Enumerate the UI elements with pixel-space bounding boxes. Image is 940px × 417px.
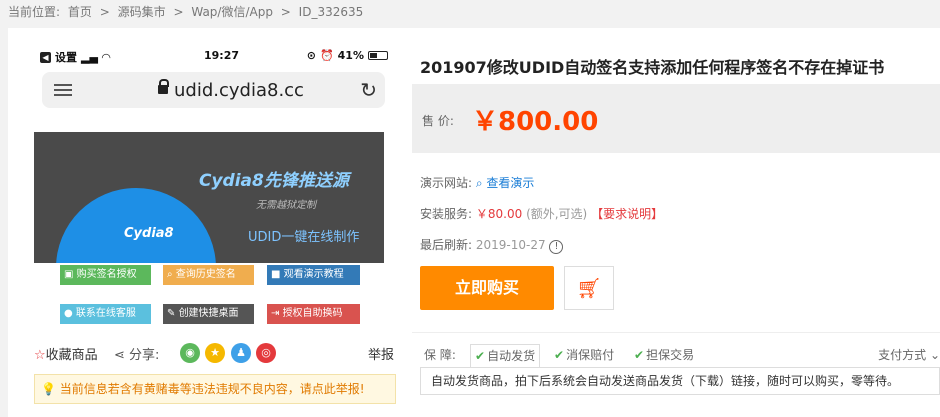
breadcrumb-category[interactable]: Wap/微信/App xyxy=(191,5,273,19)
check-icon: ✔ xyxy=(475,349,486,363)
promo-banner: Cydia8 Cydia8先锋推送源 无需越狱定制 UDID一键在线制作 xyxy=(34,132,384,263)
check-icon: ✔ xyxy=(554,348,565,362)
report-link[interactable]: 举报 xyxy=(368,344,394,363)
check-icon: ✔ xyxy=(634,348,645,362)
status-settings-label: 设置 xyxy=(55,51,77,64)
rotation-lock-icon: ⊙ xyxy=(306,49,316,62)
refresh-label: 最后刷新: xyxy=(420,238,473,252)
product-preview-image: ◀ 设置 ▂▄ ◠ 19:27 ⊙ ⏰ 41% udid.cydia8.cc ↻… xyxy=(34,44,394,263)
video-icon: ■ xyxy=(271,269,284,280)
breadcrumb-current: ID_332635 xyxy=(298,5,364,19)
install-price: ￥80.00 xyxy=(475,207,523,221)
breadcrumb-market[interactable]: 源码集市 xyxy=(118,5,166,19)
online-support-button: ● 联系在线客服 xyxy=(60,304,151,324)
divider xyxy=(412,332,940,333)
guarantee-row: 保 障: ✔ 自动发货 ✔ 消保赔付 ✔ 担保交易 支付方式 ⌄ xyxy=(420,344,940,368)
breadcrumb-home[interactable]: 首页 xyxy=(68,5,92,19)
share-label: ⋖ 分享: xyxy=(114,348,160,363)
breadcrumb: 当前位置: 首页 > 源码集市 > Wap/微信/App > ID_332635 xyxy=(8,3,367,20)
guarantee-description: 自动发货商品，拍下后系统会自动发送商品发货（下载）链接，随时可以购买，零等待。 xyxy=(420,367,940,395)
demo-link[interactable]: ⌕ 查看演示 xyxy=(476,176,535,190)
chevron-down-icon: ⌄ xyxy=(926,348,940,362)
share-icon: ⋖ xyxy=(114,348,130,363)
self-service-code-button: ⇥ 授权自助换码 xyxy=(267,304,360,324)
guarantee-label: 保 障: xyxy=(424,348,456,362)
tab-protection[interactable]: ✔ 消保赔付 xyxy=(550,344,618,368)
watch-tutorial-button: ■ 观看演示教程 xyxy=(267,265,360,285)
reload-icon: ↻ xyxy=(360,78,377,102)
battery-icon xyxy=(368,51,388,60)
signal-icon: ▂▄ xyxy=(81,50,98,64)
breadcrumb-sep: > xyxy=(173,5,184,19)
battery-percent: 41% xyxy=(337,49,364,62)
wechat-icon[interactable]: ◉ xyxy=(180,343,200,363)
install-row: 安装服务: ￥80.00 (额外,可选) 【要求说明】 xyxy=(420,205,663,222)
add-to-cart-button[interactable]: 🛒︎ xyxy=(564,266,614,310)
warning-text: 当前信息若含有黄赌毒等违法违规不良内容，请点此举报! xyxy=(59,382,365,396)
cart-icon: ▣ xyxy=(64,269,77,280)
product-title: 201907修改UDID自动签名支持添加任何程序签名不存在掉证书 xyxy=(420,58,885,77)
buy-signature-button: ▣ 购买签名授权 xyxy=(60,265,151,285)
signin-icon: ⇥ xyxy=(271,308,283,319)
demo-label: 演示网站: xyxy=(420,176,473,190)
breadcrumb-sep: > xyxy=(99,5,110,19)
phone-url-text: udid.cydia8.cc xyxy=(174,80,304,101)
wifi-icon: ◠ xyxy=(101,50,111,64)
back-icon: ◀ xyxy=(40,51,51,63)
banner-brand: Cydia8 xyxy=(124,226,174,241)
install-note: (额外,可选) xyxy=(526,207,588,221)
report-warning[interactable]: 💡 当前信息若含有黄赌毒等违法违规不良内容，请点此举报! xyxy=(34,374,396,404)
refresh-date: 2019-10-27 xyxy=(475,238,546,252)
weibo-icon[interactable]: ◎ xyxy=(256,343,276,363)
buy-now-button[interactable]: 立即购买 xyxy=(420,266,554,310)
qzone-icon[interactable]: ★ xyxy=(205,343,225,363)
product-info: 201907修改UDID自动签名支持添加任何程序签名不存在掉证书 售 价: ￥8… xyxy=(412,28,940,417)
payment-method-dropdown[interactable]: 支付方式 ⌄ xyxy=(878,344,940,366)
install-label: 安装服务: xyxy=(420,207,473,221)
pin-icon: ✎ xyxy=(167,308,179,319)
demo-row: 演示网站: ⌕ 查看演示 xyxy=(420,174,534,191)
star-outline-icon: ☆ xyxy=(34,348,46,363)
phone-url-bar: udid.cydia8.cc ↻ xyxy=(42,72,385,108)
tab-auto-delivery[interactable]: ✔ 自动发货 xyxy=(470,344,541,368)
info-icon[interactable]: ! xyxy=(549,240,564,254)
phone-status-bar: ◀ 设置 ▂▄ ◠ 19:27 ⊙ ⏰ 41% xyxy=(34,44,394,66)
price-label: 售 价: xyxy=(422,114,454,128)
search-icon: ⌕ xyxy=(167,269,176,280)
breadcrumb-sep: > xyxy=(280,5,291,19)
install-requirements-link[interactable]: 【要求说明】 xyxy=(591,207,663,221)
banner-tagline: UDID一键在线制作 xyxy=(248,230,360,245)
product-card: ◀ 设置 ▂▄ ◠ 19:27 ⊙ ⏰ 41% udid.cydia8.cc ↻… xyxy=(8,28,940,417)
qq-icon[interactable]: ♟ xyxy=(231,343,251,363)
banner-subtitle: 无需越狱定制 xyxy=(256,200,316,211)
query-history-button: ⌕ 查询历史签名 xyxy=(163,265,254,285)
price-value: ￥800.00 xyxy=(472,107,599,137)
price-box: 售 价: ￥800.00 xyxy=(412,84,940,153)
create-shortcut-button: ✎ 创建快捷桌面 xyxy=(163,304,254,324)
alarm-icon: ⏰ xyxy=(319,49,334,62)
tab-escrow[interactable]: ✔ 担保交易 xyxy=(630,344,698,368)
user-icon: ● xyxy=(64,308,76,319)
bulb-icon: 💡 xyxy=(41,382,56,396)
breadcrumb-label: 当前位置: xyxy=(8,5,61,19)
banner-title: Cydia8先锋推送源 xyxy=(199,171,349,191)
cart-icon: 🛒︎ xyxy=(576,276,602,300)
search-icon: ⌕ xyxy=(475,176,487,190)
favorite-button[interactable]: ☆收藏商品 xyxy=(34,344,98,363)
social-row: ☆收藏商品 ⋖ 分享: ◉ ★ ♟ ◎ 举报 xyxy=(34,340,394,364)
refresh-row: 最后刷新: 2019-10-27 ! xyxy=(420,236,564,254)
menu-icon xyxy=(54,84,72,96)
status-time: 19:27 xyxy=(204,49,240,62)
